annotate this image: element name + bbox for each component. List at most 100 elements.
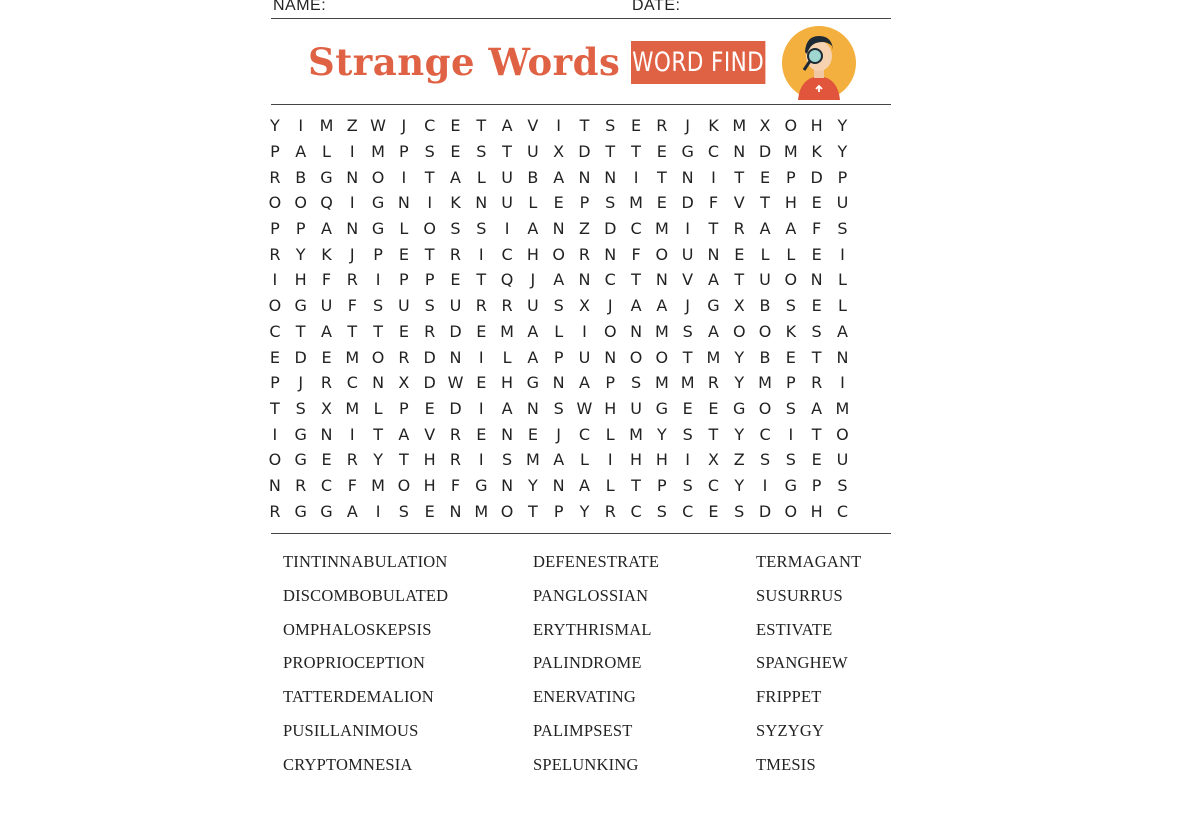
grid-letter: A <box>553 450 565 470</box>
grid-letter: R <box>424 321 436 341</box>
grid-letter: S <box>476 219 487 239</box>
grid-letter: X <box>733 296 745 316</box>
grid-letter: M <box>706 347 721 367</box>
grid-letter: R <box>501 296 513 316</box>
grid-letter: R <box>295 475 307 495</box>
grid-letter: H <box>423 450 436 470</box>
grid-letter: S <box>837 475 848 495</box>
grid-letter: N <box>630 321 643 341</box>
grid-letter: X <box>759 116 771 136</box>
grid-letter: P <box>270 219 280 239</box>
grid-letter: M <box>680 373 695 393</box>
grid-letter: N <box>372 373 385 393</box>
grid-bottom-rule <box>271 533 891 534</box>
grid-letter: P <box>295 219 306 239</box>
grid-letter: O <box>655 347 669 367</box>
grid-letter: D <box>294 347 307 367</box>
grid-letter: T <box>734 167 745 187</box>
grid-letter: D <box>810 167 823 187</box>
grid-letter: N <box>346 219 359 239</box>
grid-letter: P <box>579 193 590 213</box>
grid-letter: N <box>733 142 746 162</box>
grid-letter: E <box>424 501 435 521</box>
grid-letter: M <box>654 373 669 393</box>
word-list-column-1: TINTINNABULATION DISCOMBOBULATED OMPHALO… <box>283 552 448 789</box>
grid-letter: R <box>707 373 719 393</box>
grid-letter: R <box>475 296 487 316</box>
grid-letter: D <box>758 501 772 521</box>
grid-letter: C <box>346 373 358 393</box>
grid-letter: D <box>578 142 591 162</box>
grid-letter: S <box>553 296 564 316</box>
grid-letter: F <box>708 193 719 213</box>
word-item: TINTINNABULATION <box>283 552 448 571</box>
grid-letter: N <box>604 347 617 367</box>
grid-letter: O <box>423 219 436 239</box>
grid-letter: D <box>758 142 772 162</box>
grid-letter: C <box>269 321 281 341</box>
grid-letter: A <box>527 219 539 239</box>
grid-letter: T <box>295 321 306 341</box>
grid-letter: T <box>811 424 822 444</box>
worksheet-page: NAME: DATE: Strange Words WORD FIND YIMZ… <box>0 0 1192 840</box>
word-item: OMPHALOSKEPSIS <box>283 619 432 639</box>
grid-letter: I <box>762 475 768 495</box>
grid-letter: C <box>836 501 849 521</box>
name-label: NAME: <box>273 0 327 14</box>
grid-letter: I <box>840 244 845 264</box>
grid-letter: O <box>371 347 385 367</box>
grid-letter: S <box>605 116 616 136</box>
grid-letter: P <box>786 167 796 187</box>
grid-letter: S <box>656 501 667 521</box>
grid-letter: T <box>502 142 512 162</box>
grid-letter: B <box>295 167 307 187</box>
grid-letter: M <box>525 450 540 470</box>
grid-letter: U <box>449 296 462 316</box>
grid-letter: T <box>734 270 745 290</box>
grid-letter: I <box>349 424 355 444</box>
grid-letter: I <box>375 270 381 290</box>
grid-letter: R <box>578 244 591 264</box>
grid-letter: Z <box>578 219 590 239</box>
grid-letter: P <box>270 142 280 162</box>
grid-letter: O <box>294 193 307 213</box>
grid-letter: U <box>681 244 694 264</box>
grid-letter: A <box>707 270 719 290</box>
grid-letter: G <box>655 398 669 418</box>
grid-letter: X <box>321 398 332 418</box>
grid-letter: Y <box>734 373 745 393</box>
grid-letter: T <box>398 450 409 470</box>
grid-letter: O <box>268 193 282 213</box>
grid-letter: W <box>576 398 593 418</box>
grid-letter: P <box>399 142 409 162</box>
grid-letter: H <box>655 450 668 470</box>
grid-letter: T <box>347 321 358 341</box>
header-rule <box>271 18 891 19</box>
grid-letter: T <box>631 475 641 495</box>
grid-letter: K <box>811 142 822 162</box>
grid-letter: S <box>785 450 796 470</box>
grid-letter: A <box>656 296 668 316</box>
grid-letter: W <box>370 116 386 136</box>
grid-letter: M <box>474 501 489 521</box>
grid-letter: J <box>530 270 536 290</box>
grid-letter: E <box>759 167 771 187</box>
grid-letter: V <box>527 116 539 136</box>
grid-letter: T <box>682 347 693 367</box>
grid-letter: P <box>605 373 616 393</box>
grid-letter: R <box>449 244 462 264</box>
grid-letter: I <box>582 321 587 341</box>
grid-letter: A <box>501 398 513 418</box>
grid-letter: I <box>607 450 613 470</box>
grid-top-rule <box>271 104 891 105</box>
grid-letter: Y <box>270 116 280 136</box>
grid-letter: M <box>345 347 360 367</box>
grid-letter: N <box>501 475 514 495</box>
grid-letter: I <box>272 424 278 444</box>
grid-letter: E <box>811 450 822 470</box>
word-item: PUSILLANIMOUS <box>283 720 419 740</box>
grid-letter: L <box>528 193 538 213</box>
grid-letter: G <box>320 167 333 187</box>
grid-letter: G <box>320 501 333 521</box>
grid-letter: E <box>682 398 693 418</box>
